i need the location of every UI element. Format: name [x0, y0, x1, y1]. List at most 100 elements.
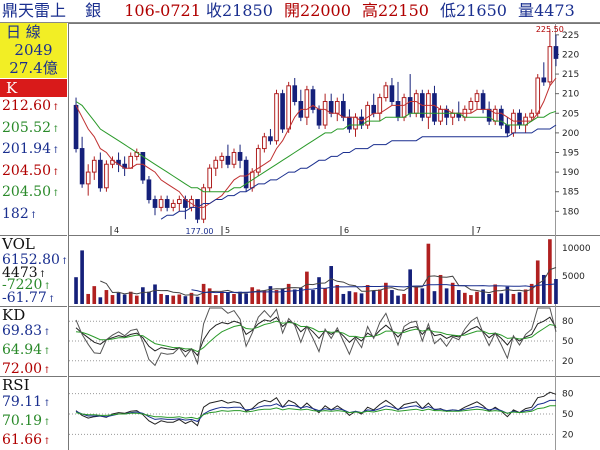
k-x-tick-label: 4 [114, 226, 119, 235]
volume-bar [153, 284, 157, 304]
candle-body [213, 159, 219, 169]
volume-bar [92, 286, 97, 304]
info-volume: 2049 [14, 41, 53, 59]
volume-bar [141, 287, 145, 304]
candle-body [480, 93, 486, 110]
candle-body [432, 93, 437, 122]
close-label: 收 [205, 1, 222, 20]
k-y-tick-label: 215 [562, 70, 579, 80]
candle-body [98, 159, 103, 189]
volume-bar [110, 295, 115, 304]
vol-value-3: -61.77↑ [2, 289, 56, 306]
k-x-tick-label: 5 [225, 226, 230, 235]
volume-bar [365, 285, 370, 304]
volume-bar [432, 291, 437, 304]
k-panel-title[interactable]: K [0, 79, 67, 97]
candle-body [553, 46, 559, 59]
candle-body [79, 148, 85, 185]
quote-header: 鼎天雷上 銀 106-0721 收21850 開22000 高22150 低21… [0, 0, 600, 23]
volume-bar [220, 291, 224, 304]
candle-body [280, 93, 285, 130]
close-value: 21850 [222, 1, 273, 20]
kd-panel-title[interactable]: KD [0, 306, 67, 324]
open-label: 開 [284, 1, 301, 20]
k-x-tick-label: 6 [344, 226, 349, 235]
candle-body [334, 101, 340, 114]
volume-bar [517, 292, 522, 304]
volume-bar [183, 296, 188, 304]
rsi-y-tick-label: 20 [562, 430, 574, 440]
volume-bar [475, 291, 479, 304]
vol-y-tick-label: 10000 [562, 244, 591, 254]
up-arrow-icon: ↑ [29, 210, 38, 221]
k-value-0: 212.60↑ [2, 98, 60, 114]
candle-body [413, 93, 419, 114]
up-arrow-icon: ↑ [60, 257, 69, 267]
k-y-tick-label: 190 [562, 168, 579, 178]
volume-bar [487, 293, 491, 304]
k-value-4: 204.50↑ [2, 184, 60, 200]
volume-bar [554, 279, 558, 304]
volume-bar [323, 288, 327, 304]
volume-bar [469, 295, 473, 304]
volume-bar [226, 292, 230, 304]
rsi-fast-line [75, 391, 557, 427]
candle-body [517, 112, 522, 126]
volume-bar [250, 287, 255, 304]
candle-body [328, 101, 334, 114]
volume-bar [414, 286, 419, 304]
candle-body [274, 93, 279, 142]
candle-body [104, 163, 109, 189]
candle-body [158, 199, 164, 208]
quote-date: 106-0721 [124, 1, 201, 20]
volume-bar [444, 288, 449, 304]
volume-bar [438, 274, 443, 304]
candle-body [292, 85, 298, 103]
candle-body [322, 101, 328, 126]
vol-panel-title[interactable]: VOL [0, 235, 67, 253]
k-y-tick-label: 210 [562, 90, 579, 100]
volume-bar [280, 288, 285, 304]
kd-value-0: 69.83↑ [2, 323, 51, 339]
volume-bar [335, 285, 340, 304]
volume-bar [292, 289, 297, 304]
volume-bar [535, 260, 540, 304]
volume-bar [456, 290, 461, 304]
k-y-tick-label: 195 [562, 148, 579, 158]
candle-body [219, 155, 225, 161]
rsi-y-tick-label: 80 [562, 390, 574, 400]
volume-bar [311, 290, 315, 304]
candle-body [541, 77, 547, 83]
max-price-label: 225.50 [536, 25, 564, 34]
candle-body [450, 112, 456, 118]
k-value-5: 182↑ [2, 205, 38, 222]
volume-bar [390, 290, 394, 304]
kd-j-line [75, 307, 557, 367]
volume-bar [98, 297, 103, 304]
volume-bar [511, 293, 516, 304]
k-y-tick-label: 200 [562, 129, 579, 139]
candle-body [91, 159, 97, 173]
candle-body [146, 179, 152, 201]
volume-bar [116, 292, 121, 304]
up-arrow-icon: ↑ [52, 189, 60, 199]
volume-bar [80, 250, 84, 304]
volume-bar [359, 293, 364, 304]
volume-bar [201, 283, 206, 304]
chart-area[interactable]: 225 220 215 210 205 200 195 190 185 180 4 5 6 7 225.50… [69, 23, 600, 450]
high-value: 22150 [378, 1, 429, 20]
candle-body [176, 199, 182, 204]
candle-body [128, 155, 134, 169]
candle-body [498, 108, 504, 126]
rsi-value-0: 79.11↑ [2, 394, 51, 410]
volume-bar [177, 294, 182, 304]
rsi-panel-title[interactable]: RSI [0, 376, 67, 394]
info-amount: 27.4億 [9, 59, 58, 77]
volume-bar [147, 291, 151, 304]
k-y-tick-label: 205 [562, 109, 579, 119]
candle-body [170, 202, 176, 208]
k-y-tick-label: 220 [562, 50, 579, 60]
candle-body [316, 108, 322, 126]
candle-body [529, 112, 534, 118]
volume-bar [305, 271, 309, 304]
